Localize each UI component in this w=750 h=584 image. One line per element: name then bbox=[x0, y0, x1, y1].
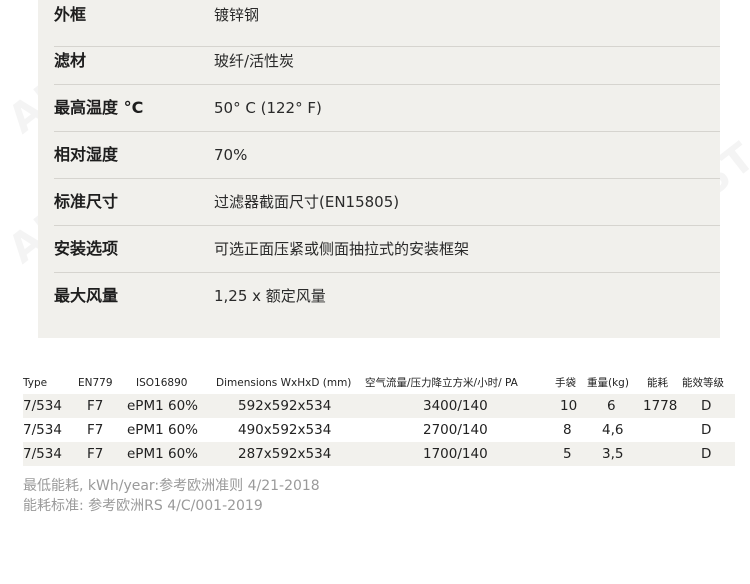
cell-type: 7/534 bbox=[23, 398, 62, 414]
energy-footnote: 最低能耗, kWh/year:参考欧洲准则 4/21-2018 bbox=[23, 478, 320, 494]
standard-footnote: 能耗标准: 参考欧洲RS 4/C/001-2019 bbox=[23, 498, 263, 514]
spec-label: 外框 bbox=[54, 5, 87, 24]
cell-efficiency-class: D bbox=[701, 446, 712, 462]
table-row: 7/534 F7 ePM1 60% 287x592x534 1700/140 5… bbox=[23, 442, 735, 466]
spec-value: 玻纤/活性炭 bbox=[214, 52, 295, 70]
table-header: Type EN779 ISO16890 Dimensions WxHxD (mm… bbox=[23, 376, 735, 394]
spec-label: 安装选项 bbox=[54, 239, 119, 258]
col-header-airflow: 空气流量/压力降立方米/小时/ PA bbox=[365, 377, 518, 389]
col-header-energy: 能耗 bbox=[647, 377, 668, 389]
cell-bags: 5 bbox=[563, 446, 572, 462]
spec-row: 滤材 玻纤/活性炭 bbox=[54, 38, 720, 85]
cell-iso16890: ePM1 60% bbox=[127, 446, 198, 462]
spec-row: 标准尺寸 过滤器截面尺寸(EN15805) bbox=[54, 179, 720, 226]
spec-value: 镀锌钢 bbox=[214, 6, 260, 24]
cell-efficiency-class: D bbox=[701, 398, 712, 414]
cell-weight: 4,6 bbox=[602, 422, 624, 438]
spec-value: 过滤器截面尺寸(EN15805) bbox=[214, 193, 400, 211]
spec-row: 安装选项 可选正面压紧或侧面抽拉式的安装框架 bbox=[54, 226, 720, 273]
cell-type: 7/534 bbox=[23, 446, 62, 462]
cell-dimensions: 490x592x534 bbox=[238, 422, 332, 438]
spec-row: 最大风量 1,25 x 额定风量 bbox=[54, 273, 720, 319]
cell-dimensions: 592x592x534 bbox=[238, 398, 332, 414]
spec-label: 标准尺寸 bbox=[54, 192, 119, 211]
spec-value: 70% bbox=[214, 146, 248, 164]
col-header-dimensions: Dimensions WxHxD (mm) bbox=[216, 377, 352, 389]
col-header-en779: EN779 bbox=[78, 377, 113, 389]
spec-label: 最高温度 °C bbox=[54, 98, 144, 117]
col-header-efficiency-class: 能效等级 bbox=[682, 377, 724, 389]
spec-value: 50° C (122° F) bbox=[214, 99, 322, 117]
spec-row: 最高温度 °C 50° C (122° F) bbox=[54, 85, 720, 132]
spec-value: 可选正面压紧或侧面抽拉式的安装框架 bbox=[214, 240, 470, 258]
cell-airflow: 3400/140 bbox=[423, 398, 488, 414]
col-header-iso16890: ISO16890 bbox=[136, 377, 188, 389]
table-row: 7/534 F7 ePM1 60% 490x592x534 2700/140 8… bbox=[23, 418, 735, 442]
spec-value: 1,25 x 额定风量 bbox=[214, 287, 326, 305]
cell-airflow: 1700/140 bbox=[423, 446, 488, 462]
cell-airflow: 2700/140 bbox=[423, 422, 488, 438]
cell-iso16890: ePM1 60% bbox=[127, 398, 198, 414]
cell-en779: F7 bbox=[87, 422, 104, 438]
spec-panel: 外框 镀锌钢 滤材 玻纤/活性炭 最高温度 °C 50° C (122° F) … bbox=[38, 0, 720, 338]
cell-en779: F7 bbox=[87, 446, 104, 462]
spec-label: 最大风量 bbox=[54, 286, 119, 305]
product-table: Type EN779 ISO16890 Dimensions WxHxD (mm… bbox=[23, 376, 735, 466]
spec-row: 相对湿度 70% bbox=[54, 132, 720, 179]
spec-label: 相对湿度 bbox=[54, 145, 119, 164]
col-header-bags: 手袋 bbox=[555, 377, 576, 389]
cell-efficiency-class: D bbox=[701, 422, 712, 438]
cell-weight: 6 bbox=[607, 398, 616, 414]
cell-en779: F7 bbox=[87, 398, 104, 414]
cell-energy: 1778 bbox=[643, 398, 678, 414]
col-header-weight: 重量(kg) bbox=[587, 377, 629, 389]
cell-weight: 3,5 bbox=[602, 446, 624, 462]
cell-type: 7/534 bbox=[23, 422, 62, 438]
spec-label: 滤材 bbox=[54, 51, 87, 70]
cell-bags: 10 bbox=[560, 398, 578, 414]
cell-iso16890: ePM1 60% bbox=[127, 422, 198, 438]
col-header-type: Type bbox=[23, 377, 48, 389]
table-row: 7/534 F7 ePM1 60% 592x592x534 3400/140 1… bbox=[23, 394, 735, 418]
cell-bags: 8 bbox=[563, 422, 572, 438]
cell-dimensions: 287x592x534 bbox=[238, 446, 332, 462]
